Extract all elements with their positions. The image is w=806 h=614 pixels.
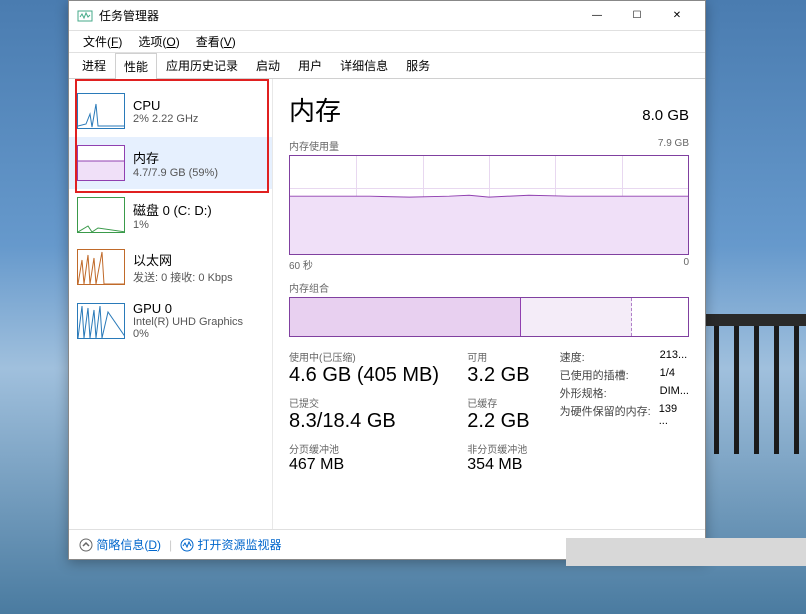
menu-file[interactable]: 文件(F) [75,31,130,52]
gpu-sub: Intel(R) UHD Graphics [133,316,243,328]
memory-sub: 4.7/7.9 GB (59%) [133,167,218,179]
speed-val: 213... [660,349,688,365]
minimize-button[interactable]: — [577,2,617,30]
composition-label: 内存组合 [289,280,329,295]
tab-details[interactable]: 详细信息 [331,52,397,78]
usage-label: 内存使用量 [289,138,339,153]
memory-usage-chart [289,155,689,255]
sidebar-item-ethernet[interactable]: 以太网 发送: 0 接收: 0 Kbps [69,241,272,293]
in-use-value: 4.6 GB (405 MB) [289,364,451,387]
taskbar-fragment [566,538,806,566]
cpu-title: CPU [133,98,198,113]
paged-value: 467 MB [289,456,451,474]
titlebar[interactable]: 任务管理器 — ☐ ✕ [69,1,705,31]
slots-key: 已使用的插槽: [560,367,660,383]
paged-label: 分页缓冲池 [289,441,451,456]
available-label: 可用 [467,349,543,364]
cpu-thumb [77,93,125,129]
capacity: 8.0 GB [642,107,689,124]
cached-label: 已缓存 [467,395,543,410]
page-title: 内存 [289,91,341,128]
gpu-title: GPU 0 [133,301,243,316]
menu-options[interactable]: 选项(O) [130,31,187,52]
usage-max: 7.9 GB [658,138,689,153]
tab-app-history[interactable]: 应用历史记录 [157,52,247,78]
chevron-up-circle-icon [79,538,93,552]
committed-value: 8.3/18.4 GB [289,410,451,433]
cpu-sub: 2% 2.22 GHz [133,113,198,125]
nonpaged-label: 非分页缓冲池 [467,441,543,456]
ethernet-sub: 发送: 0 接收: 0 Kbps [133,269,233,285]
reserved-val: 139 ... [659,403,689,427]
nonpaged-value: 354 MB [467,456,543,474]
memory-title: 内存 [133,148,218,167]
main-panel: 内存 8.0 GB 内存使用量 7.9 GB [273,79,705,529]
sidebar-item-cpu[interactable]: CPU 2% 2.22 GHz [69,85,272,137]
memory-thumb [77,145,125,181]
menubar: 文件(F) 选项(O) 查看(V) [69,31,705,53]
speed-key: 速度: [560,349,660,365]
gpu-sub2: 0% [133,328,243,340]
reserved-key: 为硬件保留的内存: [560,403,659,427]
tab-startup[interactable]: 启动 [247,52,289,78]
slots-val: 1/4 [660,367,675,383]
disk-sub: 1% [133,219,212,231]
form-key: 外形规格: [560,385,660,401]
maximize-button[interactable]: ☐ [617,2,657,30]
menu-view[interactable]: 查看(V) [188,31,244,52]
task-manager-window: 任务管理器 — ☐ ✕ 文件(F) 选项(O) 查看(V) 进程 性能 应用历史… [68,0,706,560]
axis-left: 60 秒 [289,257,313,272]
tab-services[interactable]: 服务 [397,52,439,78]
close-button[interactable]: ✕ [657,2,697,30]
ethernet-title: 以太网 [133,250,233,269]
open-resource-monitor-link[interactable]: 打开资源监视器 [180,536,281,553]
app-icon [77,8,93,24]
tab-processes[interactable]: 进程 [73,52,115,78]
committed-label: 已提交 [289,395,451,410]
disk-title: 磁盘 0 (C: D:) [133,200,212,219]
tab-performance[interactable]: 性能 [115,53,157,79]
gpu-thumb [77,303,125,339]
tab-users[interactable]: 用户 [289,52,331,78]
form-val: DIM... [660,385,689,401]
axis-right: 0 [683,257,689,272]
ethernet-thumb [77,249,125,285]
sidebar-item-memory[interactable]: 内存 4.7/7.9 GB (59%) [69,137,272,189]
sidebar: CPU 2% 2.22 GHz 内存 4.7/7.9 GB (59%) [69,79,273,529]
memory-composition-chart [289,297,689,337]
in-use-label: 使用中(已压缩) [289,349,451,364]
fewer-details-link[interactable]: 简略信息(D) [79,536,161,553]
cached-value: 2.2 GB [467,410,543,433]
sidebar-item-gpu[interactable]: GPU 0 Intel(R) UHD Graphics 0% [69,293,272,348]
sidebar-item-disk[interactable]: 磁盘 0 (C: D:) 1% [69,189,272,241]
monitor-icon [180,538,194,552]
available-value: 3.2 GB [467,364,543,387]
disk-thumb [77,197,125,233]
window-title: 任务管理器 [99,7,577,24]
tabbar: 进程 性能 应用历史记录 启动 用户 详细信息 服务 [69,53,705,79]
